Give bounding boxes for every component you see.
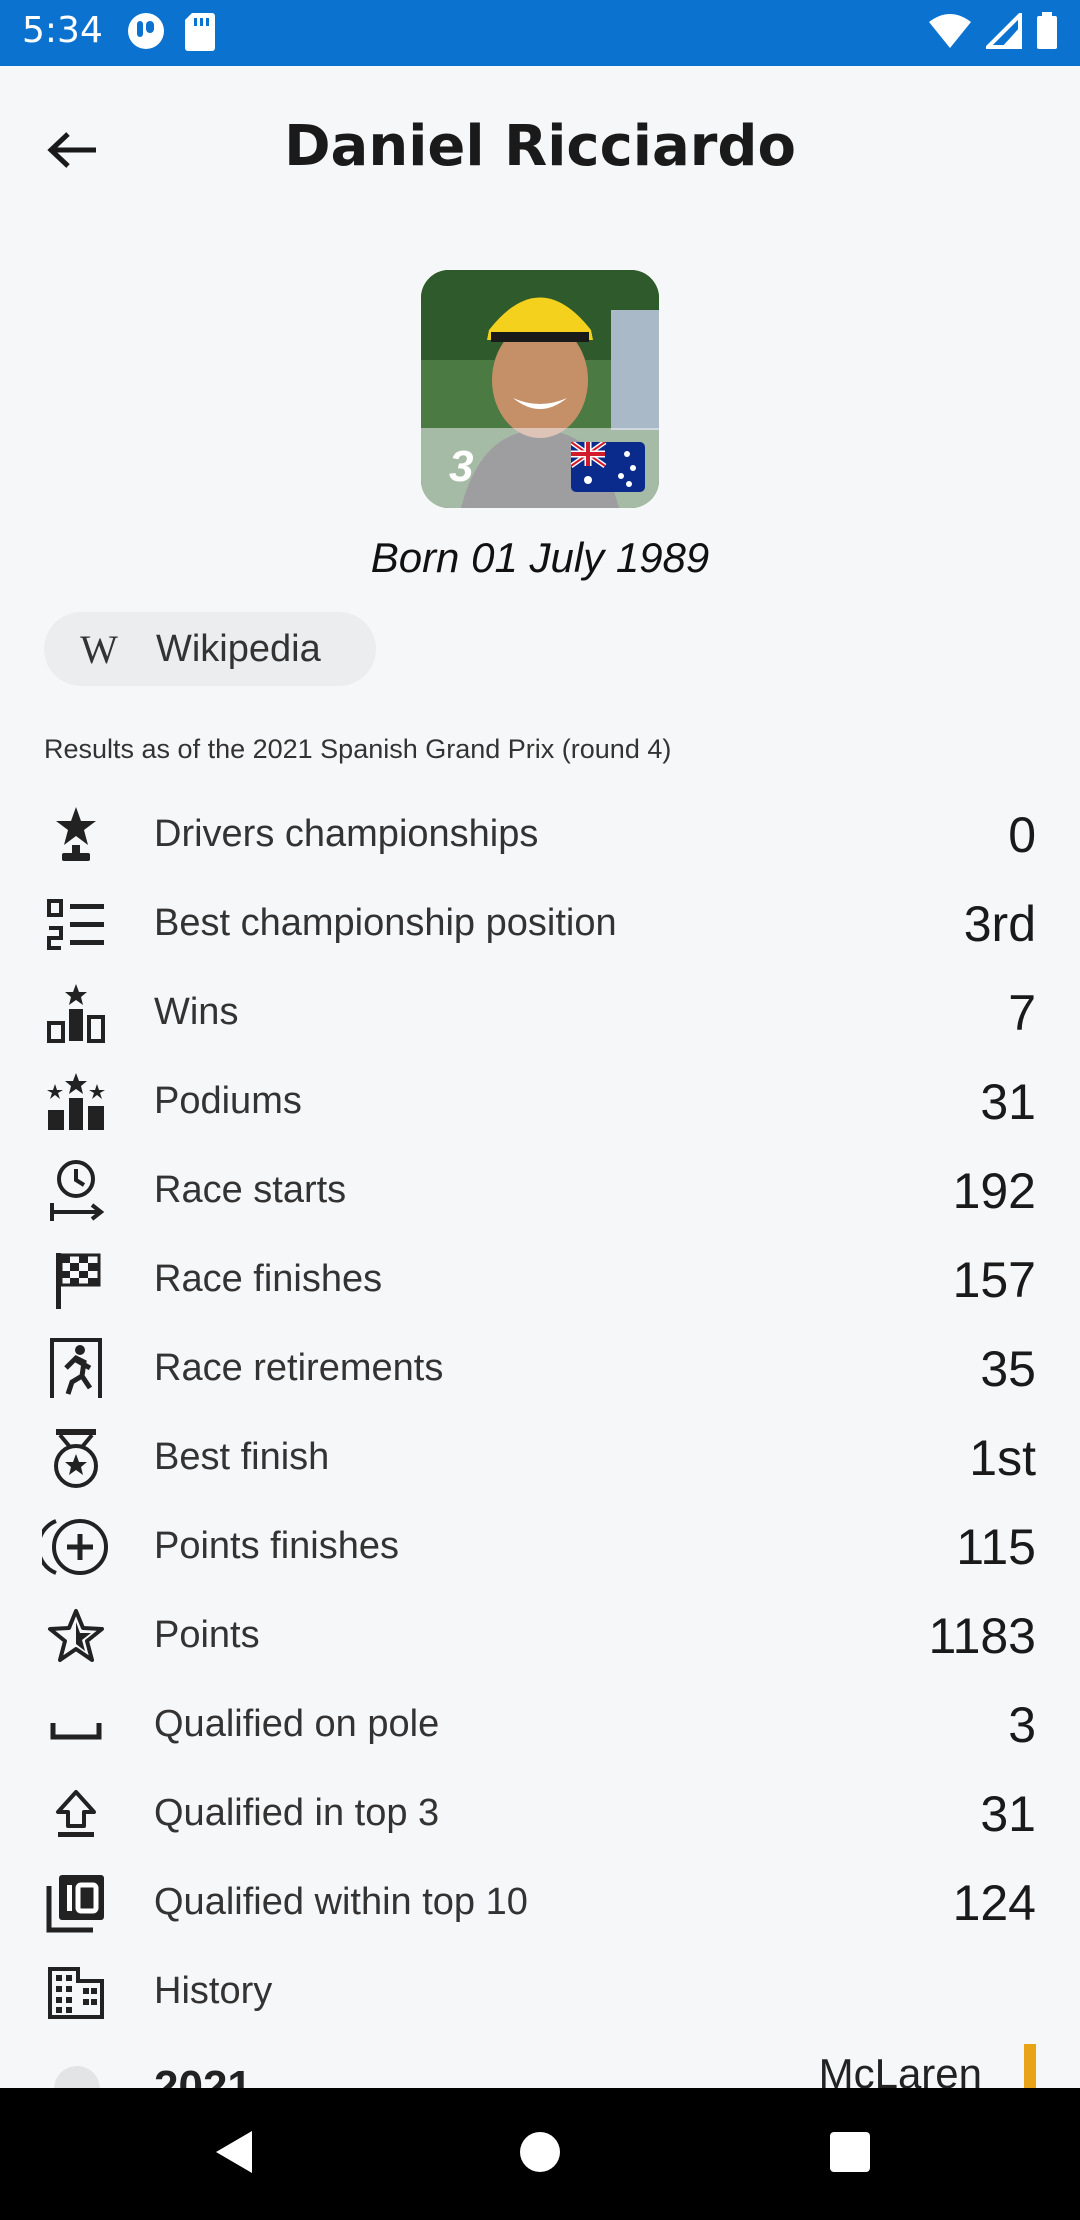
nav-recents-button[interactable] <box>814 2118 886 2190</box>
stat-value: 192 <box>952 1162 1036 1219</box>
history-year: 2021 <box>154 2062 252 2088</box>
stat-row-history: History <box>0 1947 1080 2036</box>
stat-label: Podiums <box>154 1080 302 1122</box>
page-title: Daniel Ricciardo <box>284 114 796 179</box>
stat-label: Qualified in top 3 <box>154 1792 440 1834</box>
history-team: McLaren <box>818 2050 982 2088</box>
nav-back-icon <box>210 2127 258 2182</box>
stat-value: 157 <box>952 1251 1036 1308</box>
system-nav-bar <box>0 2088 1080 2220</box>
stat-row-best-championship-position: Best championship position 3rd <box>0 879 1080 968</box>
signal-icon <box>983 9 1022 54</box>
stat-value: 0 <box>1008 806 1036 863</box>
stat-row-race-finishes: Race finishes 157 <box>0 1235 1080 1324</box>
stat-value: 115 <box>956 1518 1036 1575</box>
stat-value: 1st <box>969 1429 1036 1486</box>
australia-flag-icon <box>569 439 645 497</box>
driver-photo: 3 <box>421 270 659 508</box>
stat-value: 3rd <box>963 895 1036 952</box>
stat-row-qualified-top-10: Qualified within top 10 124 <box>0 1858 1080 1947</box>
stat-label: Best championship position <box>154 902 617 944</box>
wifi-icon <box>928 12 972 55</box>
medal-icon <box>40 1422 112 1494</box>
nav-home-icon <box>518 2130 562 2179</box>
nav-home-button[interactable] <box>504 2118 576 2190</box>
podium-star-icon <box>40 977 112 1049</box>
results-note: Results as of the 2021 Spanish Grand Pri… <box>44 734 672 764</box>
stat-row-race-starts: Race starts 192 <box>0 1146 1080 1235</box>
stat-value: 31 <box>980 1785 1036 1842</box>
stat-label: Points finishes <box>154 1525 400 1567</box>
stat-row-points: Points 1183 <box>0 1591 1080 1680</box>
stat-label: Qualified within top 10 <box>154 1881 528 1923</box>
stat-value: 124 <box>952 1874 1036 1931</box>
stat-row-drivers-championships: Drivers championships 0 <box>0 790 1080 879</box>
stat-label: Wins <box>154 991 239 1033</box>
wikipedia-icon: W <box>80 626 118 672</box>
stat-label: Race finishes <box>154 1258 383 1300</box>
stat-label: History <box>154 1970 273 2012</box>
stat-row-wins: Wins 7 <box>0 968 1080 1057</box>
filter-10-icon <box>40 1867 112 1939</box>
trophy-star-icon <box>40 799 112 871</box>
battery-icon <box>1036 11 1058 55</box>
stat-row-race-retirements: Race retirements 35 <box>0 1324 1080 1413</box>
stat-row-qualified-on-pole: Qualified on pole 3 <box>0 1680 1080 1769</box>
checkered-flag-icon <box>40 1244 112 1316</box>
notification-app-icon <box>126 11 166 56</box>
nav-back-button[interactable] <box>198 2118 270 2190</box>
stat-row-qualified-top-3: Qualified in top 3 31 <box>0 1769 1080 1858</box>
stat-label: Qualified on pole <box>154 1703 440 1745</box>
stat-value: 1183 <box>928 1607 1036 1664</box>
stat-label: Drivers championships <box>154 813 539 855</box>
circle-plus-icon <box>40 1511 112 1583</box>
nav-recents-icon <box>829 2131 871 2178</box>
building-grid-icon <box>40 1956 112 2028</box>
wikipedia-label: Wikipedia <box>156 627 321 670</box>
stat-value: 7 <box>1008 984 1036 1041</box>
sd-card-icon <box>184 11 216 56</box>
wikipedia-chip[interactable]: W Wikipedia <box>44 612 376 686</box>
stat-label: Points <box>154 1614 260 1656</box>
upload-arrow-icon <box>40 1778 112 1850</box>
stat-label: Race retirements <box>154 1347 444 1389</box>
status-time: 5:34 <box>22 10 103 51</box>
ranked-list-icon <box>40 888 112 960</box>
stat-row-best-finish: Best finish 1st <box>0 1413 1080 1502</box>
star-outline-icon <box>40 1600 112 1672</box>
stat-label: Race starts <box>154 1169 347 1211</box>
history-marker <box>54 2066 100 2088</box>
exit-run-icon <box>40 1333 112 1405</box>
bracket-bottom-icon <box>40 1689 112 1761</box>
car-number-badge: 3 <box>449 442 474 491</box>
stat-value: 31 <box>980 1073 1036 1130</box>
birth-date: Born 01 July 1989 <box>370 534 710 581</box>
status-bar: 5:34 <box>0 0 1080 66</box>
stat-row-points-finishes: Points finishes 115 <box>0 1502 1080 1591</box>
app-bar: Daniel Ricciardo <box>0 66 1080 226</box>
stat-value: 35 <box>980 1340 1036 1397</box>
clock-start-icon <box>40 1155 112 1227</box>
history-item[interactable]: 2021 McLaren <box>0 2044 1080 2088</box>
stat-label: Best finish <box>154 1436 330 1478</box>
team-color-bar <box>1024 2044 1036 2088</box>
stats-list: Drivers championships 0 Best championshi… <box>0 790 1080 2036</box>
podium-stars-icon <box>40 1066 112 1138</box>
stat-row-podiums: Podiums 31 <box>0 1057 1080 1146</box>
stat-value: 3 <box>1008 1696 1036 1753</box>
